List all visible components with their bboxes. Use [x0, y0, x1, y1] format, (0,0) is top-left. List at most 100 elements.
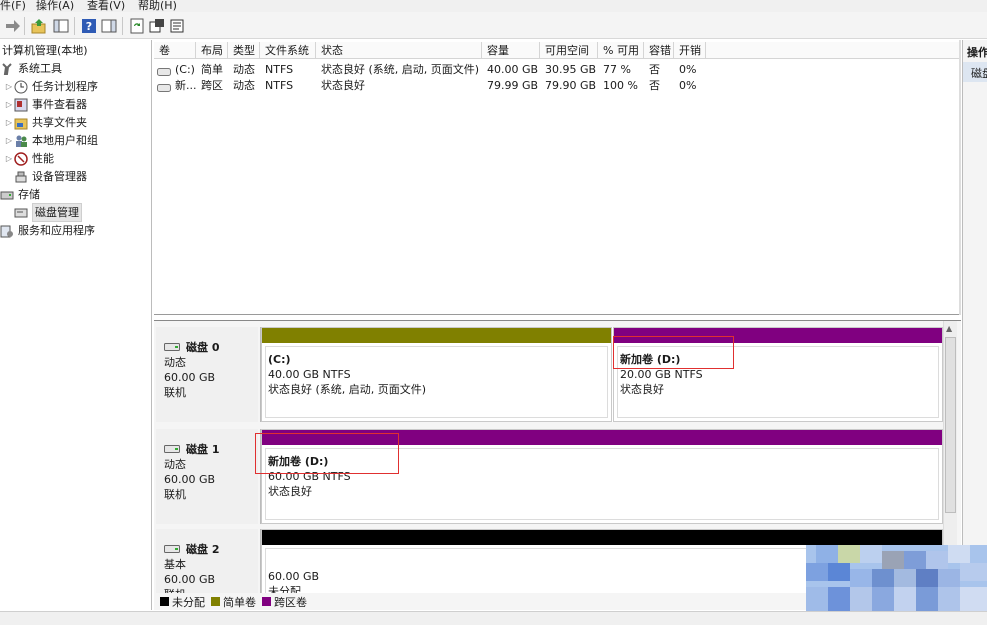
expand-arrow-icon[interactable]: ▷	[4, 150, 14, 167]
cell-percent-free: 100 %	[603, 79, 638, 92]
legend-label-simple: 简单卷	[223, 595, 256, 609]
menu-file[interactable]: 件(F)	[0, 0, 26, 12]
cell-fault-tolerance: 否	[649, 79, 660, 92]
col-capacity[interactable]: 容量	[482, 42, 540, 59]
cell-overhead: 0%	[679, 63, 697, 76]
menu-help[interactable]: 帮助(H)	[138, 0, 177, 12]
legend-label-spanned: 跨区卷	[274, 595, 307, 609]
clock-icon	[14, 80, 28, 94]
col-status[interactable]: 状态	[316, 42, 482, 59]
scroll-up-arrow-icon[interactable]: ▲	[946, 324, 952, 333]
services-icon	[0, 224, 14, 238]
tree-shared-folders[interactable]: ▷ 共享文件夹	[4, 114, 87, 131]
tree-storage[interactable]: 存储	[0, 186, 40, 203]
legend: 未分配 简单卷 跨区卷	[154, 593, 814, 610]
menu-view[interactable]: 查看(V)	[87, 0, 125, 12]
cell-percent-free: 77 %	[603, 63, 631, 76]
partition-bar	[262, 530, 942, 545]
action-pane-icon[interactable]	[100, 17, 118, 35]
cell-free-space: 30.95 GB	[545, 63, 597, 76]
actions-disk-management[interactable]: 磁盘管理	[963, 62, 987, 82]
export-icon[interactable]	[168, 17, 186, 35]
highlight-box-disk1-d	[255, 433, 399, 474]
actions-pane: 操作 磁盘管理	[962, 40, 987, 610]
col-overhead[interactable]: 开销	[674, 42, 706, 59]
disk-2-name: 磁盘 2	[164, 541, 219, 557]
col-volume[interactable]: 卷	[154, 42, 196, 59]
tools-icon	[0, 62, 14, 76]
cell-filesystem: NTFS	[265, 79, 294, 92]
tree-performance[interactable]: ▷ 性能	[4, 150, 54, 167]
refresh-icon[interactable]	[128, 17, 146, 35]
performance-icon	[14, 151, 28, 166]
pixelated-overlay	[806, 545, 987, 611]
menu-bar: 件(F) 操作(A) 查看(V) 帮助(H)	[0, 0, 987, 12]
partition-bar	[262, 328, 611, 343]
actions-header: 操作	[967, 46, 987, 59]
help-icon[interactable]: ?	[80, 17, 98, 35]
expand-arrow-icon[interactable]: ▷	[4, 96, 14, 113]
toolbar: ?	[0, 12, 987, 39]
legend-swatch-unallocated	[160, 597, 169, 606]
tree-root[interactable]: 计算机管理(本地)	[2, 42, 88, 59]
disk-1-label[interactable]: 磁盘 1 动态 60.00 GB 联机	[156, 429, 258, 524]
disk-0-partitions: (C:) 40.00 GB NTFS 状态良好 (系统, 启动, 页面文件) 新…	[260, 327, 943, 422]
svg-text:?: ?	[86, 20, 92, 33]
col-layout[interactable]: 布局	[196, 42, 228, 59]
scroll-thumb[interactable]	[945, 337, 956, 513]
tree-services-apps[interactable]: 服务和应用程序	[0, 222, 95, 239]
properties-icon[interactable]	[148, 17, 166, 35]
tree-disk-management[interactable]: 磁盘管理	[14, 203, 82, 222]
cell-capacity: 79.99 GB	[487, 79, 539, 92]
disk-management-icon	[14, 206, 28, 220]
cell-overhead: 0%	[679, 79, 697, 92]
col-filesystem[interactable]: 文件系统	[260, 42, 316, 59]
col-percent-free[interactable]: % 可用	[598, 42, 644, 59]
legend-swatch-simple	[211, 597, 220, 606]
legend-label-unallocated: 未分配	[172, 595, 205, 609]
col-fault-tolerance[interactable]: 容错	[644, 42, 674, 59]
table-row[interactable]: (C:) 简单 动态 NTFS 状态良好 (系统, 启动, 页面文件) 40.0…	[154, 62, 961, 78]
cell-free-space: 79.90 GB	[545, 79, 597, 92]
menu-action[interactable]: 操作(A)	[36, 0, 74, 12]
tree-system-tools[interactable]: 系统工具	[0, 60, 62, 77]
console-tree: 计算机管理(本地) 系统工具 ▷ 任务计划程序 ▷ 事件查看器 ▷ 共享文件夹 …	[0, 40, 152, 610]
expand-arrow-icon[interactable]: ▷	[4, 114, 14, 131]
partition-c[interactable]: (C:) 40.00 GB NTFS 状态良好 (系统, 启动, 页面文件)	[261, 327, 612, 422]
forward-icon[interactable]	[4, 17, 22, 35]
cell-volume: 新...	[175, 79, 196, 92]
users-icon	[14, 134, 28, 148]
event-log-icon	[14, 98, 28, 112]
volume-drive-icon	[157, 82, 171, 95]
tree-event-viewer[interactable]: ▷ 事件查看器	[4, 96, 87, 113]
tree-task-scheduler[interactable]: ▷ 任务计划程序	[4, 78, 98, 95]
device-manager-icon	[14, 170, 28, 184]
cell-type: 动态	[233, 79, 255, 92]
table-row[interactable]: 新... 跨区 动态 NTFS 状态良好 79.99 GB 79.90 GB 1…	[154, 78, 961, 94]
show-hide-tree-icon[interactable]	[52, 17, 70, 35]
highlight-box-disk0-d	[613, 336, 734, 369]
disk-icon	[164, 343, 180, 351]
tree-local-users[interactable]: ▷ 本地用户和组	[4, 132, 98, 149]
disk-1-name: 磁盘 1	[164, 441, 219, 457]
cell-capacity: 40.00 GB	[487, 63, 539, 76]
col-free-space[interactable]: 可用空间	[540, 42, 598, 59]
disk-0-name: 磁盘 0	[164, 339, 219, 355]
disk-0-label[interactable]: 磁盘 0 动态 60.00 GB 联机	[156, 327, 258, 422]
cell-status: 状态良好 (系统, 启动, 页面文件)	[321, 63, 480, 76]
storage-icon	[0, 188, 14, 202]
shared-folder-icon	[14, 116, 28, 130]
cell-type: 动态	[233, 63, 255, 76]
cell-fault-tolerance: 否	[649, 63, 660, 76]
cell-layout: 跨区	[201, 79, 223, 92]
up-icon[interactable]	[30, 17, 48, 35]
expand-arrow-icon[interactable]: ▷	[4, 78, 14, 95]
status-bar	[0, 611, 987, 625]
col-type[interactable]: 类型	[228, 42, 260, 59]
disk-icon	[164, 545, 180, 553]
volume-list-header: 卷 布局 类型 文件系统 状态 容量 可用空间 % 可用 容错 开销	[154, 42, 961, 59]
disk-icon	[164, 445, 180, 453]
tree-device-manager[interactable]: 设备管理器	[14, 168, 87, 185]
cell-layout: 简单	[201, 63, 223, 76]
expand-arrow-icon[interactable]: ▷	[4, 132, 14, 149]
